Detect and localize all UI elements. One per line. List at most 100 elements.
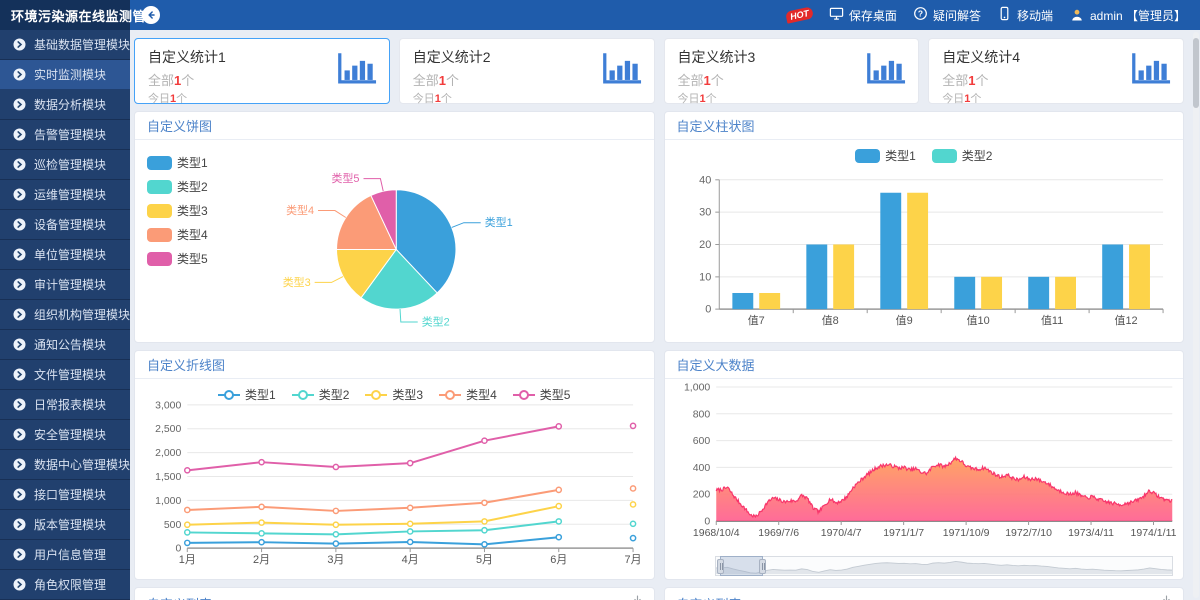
sidebar-item-2[interactable]: 实时监测模块 — [0, 60, 130, 90]
bar-chart-icon — [864, 52, 906, 90]
legend-item-类型4[interactable]: 类型4 — [439, 386, 497, 403]
svg-text:500: 500 — [164, 520, 182, 531]
sidebar-item-16[interactable]: 接口管理模块 — [0, 480, 130, 510]
svg-text:800: 800 — [692, 408, 710, 420]
sidebar-item-13[interactable]: 日常报表模块 — [0, 390, 130, 420]
datazoom-preview — [716, 557, 1173, 575]
legend-line-marker — [218, 390, 240, 400]
sidebar-item-5[interactable]: 巡检管理模块 — [0, 150, 130, 180]
user-name: admin 【管理员】 — [1090, 7, 1186, 24]
legend-item-类型1[interactable]: 类型1 — [218, 386, 276, 403]
sidebar-item-19[interactable]: 角色权限管理 — [0, 570, 130, 600]
datazoom-window[interactable] — [720, 556, 763, 576]
chevron-circle-icon — [13, 548, 26, 561]
svg-text:值11: 值11 — [1040, 314, 1062, 327]
sidebar-item-12[interactable]: 文件管理模块 — [0, 360, 130, 390]
legend-swatch — [932, 149, 957, 163]
chevron-circle-icon — [13, 38, 26, 51]
stat-card-4[interactable]: 自定义统计4全部1个今日1个 — [928, 38, 1184, 104]
svg-text:值8: 值8 — [821, 314, 838, 327]
stat-today: 今日1个 — [413, 90, 642, 106]
line-chart-canvas: 05001,0001,5002,0002,5003,0001月2月3月4月5月6… — [135, 379, 654, 579]
stat-today: 今日1个 — [678, 90, 907, 106]
sidebar-item-1[interactable]: 基础数据管理模块 — [0, 30, 130, 60]
stat-card-3[interactable]: 自定义统计3全部1个今日1个 — [664, 38, 920, 104]
chevron-circle-icon — [13, 128, 26, 141]
svg-text:40: 40 — [699, 174, 711, 186]
legend-item-类型5[interactable]: 类型5 — [147, 250, 208, 267]
legend-label: 类型4 — [466, 386, 497, 403]
svg-text:1,000: 1,000 — [683, 382, 709, 394]
legend-item-类型1[interactable]: 类型1 — [855, 147, 916, 164]
legend-item-类型2[interactable]: 类型2 — [932, 147, 993, 164]
sidebar-item-label: 设备管理模块 — [34, 216, 106, 233]
nav-action-mobile[interactable]: 移动端 — [997, 6, 1053, 24]
svg-text:5月: 5月 — [476, 554, 493, 566]
scrollbar[interactable] — [1193, 32, 1199, 598]
legend-item-类型2[interactable]: 类型2 — [147, 178, 208, 195]
sidebar-item-14[interactable]: 安全管理模块 — [0, 420, 130, 450]
bar-legend: 类型1 类型2 — [665, 147, 1184, 164]
svg-text:类型1: 类型1 — [485, 215, 513, 229]
sidebar-item-18[interactable]: 用户信息管理 — [0, 540, 130, 570]
legend-item-类型5[interactable]: 类型5 — [513, 386, 571, 403]
legend-item-类型1[interactable]: 类型1 — [147, 154, 208, 171]
legend-item-类型4[interactable]: 类型4 — [147, 226, 208, 243]
pie-card-header: 自定义饼图 — [135, 112, 654, 140]
datazoom-right-handle[interactable] — [759, 559, 766, 574]
nav-action-save-desktop[interactable]: 保存桌面 — [829, 6, 897, 24]
legend-item-类型2[interactable]: 类型2 — [292, 386, 350, 403]
stat-card-1[interactable]: 自定义统计1全部1个今日1个 — [134, 38, 390, 104]
stat-card-2[interactable]: 自定义统计2全部1个今日1个 — [399, 38, 655, 104]
sidebar-item-11[interactable]: 通知公告模块 — [0, 330, 130, 360]
nav-action-qa[interactable]: ?疑问解答 — [913, 6, 981, 24]
chevron-circle-icon — [13, 458, 26, 471]
svg-text:2月: 2月 — [253, 554, 270, 566]
chevron-circle-icon — [13, 218, 26, 231]
sidebar-item-4[interactable]: 告警管理模块 — [0, 120, 130, 150]
sidebar-item-label: 版本管理模块 — [34, 516, 106, 533]
legend-item-类型3[interactable]: 类型3 — [147, 202, 208, 219]
sidebar-item-label: 数据中心管理模块 — [34, 456, 130, 473]
sidebar-item-3[interactable]: 数据分析模块 — [0, 90, 130, 120]
chevron-circle-icon — [13, 248, 26, 261]
scrollbar-thumb[interactable] — [1193, 38, 1199, 108]
sidebar-item-10[interactable]: 组织机构管理模块 — [0, 300, 130, 330]
sidebar-item-9[interactable]: 审计管理模块 — [0, 270, 130, 300]
chevron-circle-icon — [13, 488, 26, 501]
datazoom-left-handle[interactable] — [717, 559, 724, 574]
svg-text:类型3: 类型3 — [283, 275, 311, 289]
svg-text:0: 0 — [704, 516, 710, 528]
sidebar-item-6[interactable]: 运维管理模块 — [0, 180, 130, 210]
card-custom-list-2[interactable]: 自定义列表2 — [664, 587, 1185, 600]
back-button[interactable] — [142, 6, 160, 24]
sidebar-item-7[interactable]: 设备管理模块 — [0, 210, 130, 240]
line-card-title: 自定义折线图 — [147, 355, 225, 374]
chevron-circle-icon — [13, 338, 26, 351]
sidebar-item-17[interactable]: 版本管理模块 — [0, 510, 130, 540]
chevron-circle-icon — [13, 398, 26, 411]
svg-text:1973/4/11: 1973/4/11 — [1068, 527, 1114, 539]
svg-text:7月: 7月 — [625, 554, 642, 566]
download-icon[interactable] — [1160, 594, 1173, 600]
bar-chart: 类型1类型2 010203040值7值8值9值10值11值12 — [665, 140, 1184, 342]
sidebar-item-label: 实时监测模块 — [34, 66, 106, 83]
datazoom-slider[interactable] — [715, 556, 1174, 576]
svg-text:10: 10 — [699, 271, 711, 283]
card-custom-list-1[interactable]: 自定义列表1 — [134, 587, 655, 600]
area-chart-canvas: 02004006008001,0001968/10/41969/7/61970/… — [665, 379, 1184, 551]
bigdata-card-title: 自定义大数据 — [677, 355, 755, 374]
sidebar-item-8[interactable]: 单位管理模块 — [0, 240, 130, 270]
legend-swatch — [147, 252, 172, 266]
sidebar-item-15[interactable]: 数据中心管理模块 — [0, 450, 130, 480]
user-menu[interactable]: admin 【管理员】 — [1069, 7, 1186, 24]
svg-text:1971/1/7: 1971/1/7 — [883, 527, 924, 539]
app-title: 环境污染源在线监测管 — [11, 6, 146, 25]
bar-chart-icon — [600, 52, 642, 90]
sidebar-item-label: 数据分析模块 — [34, 96, 106, 113]
svg-text:2,000: 2,000 — [155, 448, 181, 459]
legend-item-类型3[interactable]: 类型3 — [365, 386, 423, 403]
sidebar-item-label: 运维管理模块 — [34, 186, 106, 203]
chevron-circle-icon — [13, 188, 26, 201]
download-icon[interactable] — [631, 594, 644, 600]
